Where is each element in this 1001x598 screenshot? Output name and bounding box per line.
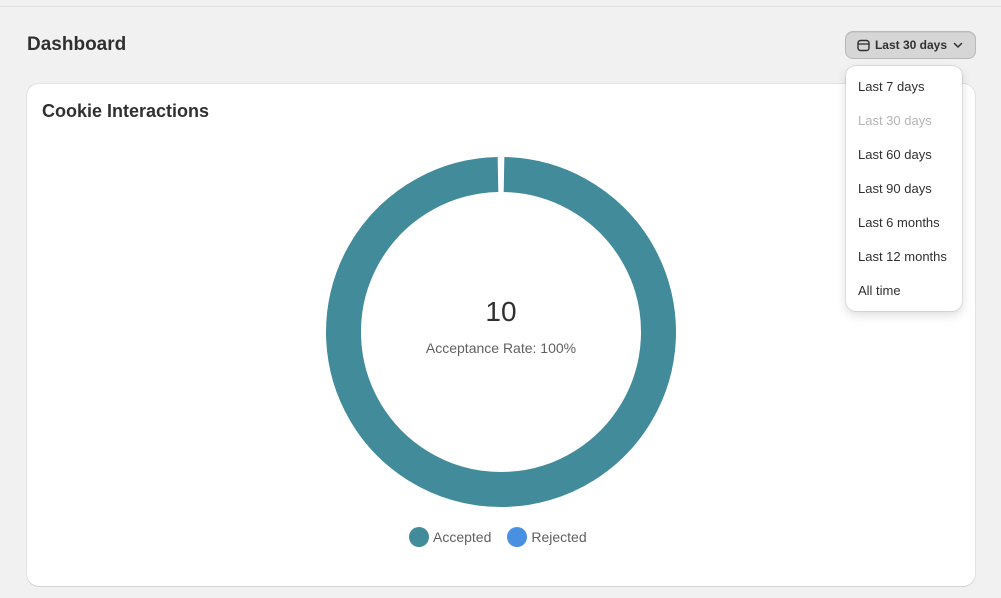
- dropdown-option: Last 30 days: [858, 113, 932, 128]
- dropdown-option[interactable]: Last 60 days: [846, 138, 962, 172]
- legend-label: Accepted: [433, 529, 492, 545]
- total-interactions-value: 10: [485, 296, 517, 327]
- legend-label: Rejected: [531, 529, 587, 545]
- legend-item[interactable]: Accepted: [409, 527, 491, 547]
- calendar-icon: [857, 39, 870, 52]
- date-range-dropdown: Last 7 days Last 30 days Last 60 days Last …: [846, 66, 962, 311]
- cookie-interactions-card: Cookie Interactions 10 Acceptance Rate: …: [27, 84, 975, 586]
- legend-item[interactable]: Rejected: [507, 527, 587, 547]
- top-bar-edge: [0, 0, 1001, 7]
- legend-swatch: [409, 527, 429, 547]
- donut-chart: [326, 157, 676, 507]
- page-title: Dashboard: [27, 34, 127, 55]
- dropdown-option[interactable]: Last 7 days: [846, 70, 962, 104]
- dropdown-option[interactable]: Last 90 days: [846, 172, 962, 206]
- chart-legend: Accepted Rejected: [409, 527, 587, 547]
- dropdown-option[interactable]: All time: [846, 274, 962, 308]
- chevron-down-icon: [952, 39, 964, 51]
- dropdown-option[interactable]: Last 6 months: [846, 206, 962, 240]
- donut-slice-accepted[interactable]: [326, 157, 676, 507]
- date-range-label: Last 30 days: [874, 38, 948, 52]
- dropdown-option[interactable]: Last 12 months: [846, 240, 962, 274]
- legend-swatch: [507, 527, 528, 547]
- acceptance-rate-caption: Acceptance Rate: 100%: [425, 340, 577, 356]
- date-range-button[interactable]: Last 30 days: [845, 31, 976, 59]
